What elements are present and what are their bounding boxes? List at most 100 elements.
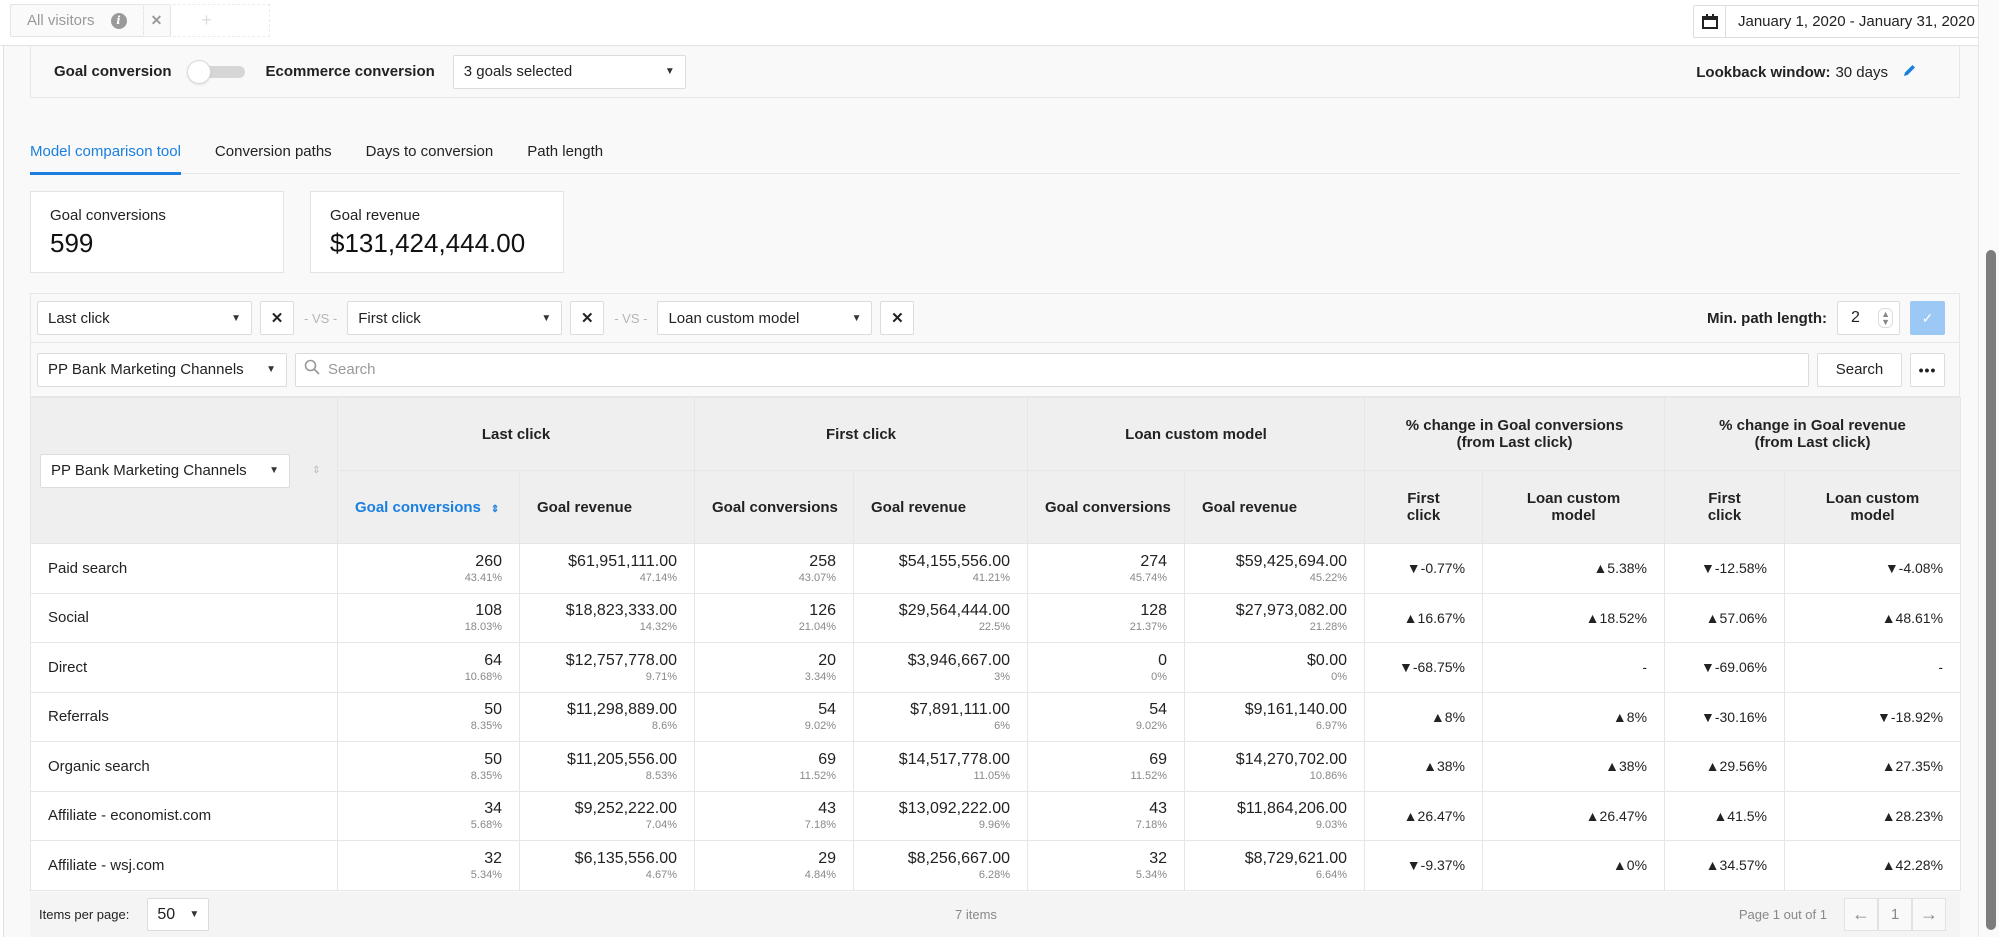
tab-conversion-paths[interactable]: Conversion paths [215, 140, 332, 174]
tab-path-length[interactable]: Path length [527, 140, 603, 174]
goals-select-value: 3 goals selected [463, 63, 573, 80]
chevron-down-icon: ▼ [269, 465, 279, 476]
model-select-2[interactable]: First click ▼ [347, 301, 563, 335]
remove-model-1-button[interactable]: ✕ [260, 301, 294, 335]
stepper-arrows-icon[interactable]: ▲ ▼ [1878, 308, 1893, 328]
table-footer: Items per page: 50 ▼ 7 items Page 1 out … [30, 892, 1960, 937]
more-icon: ••• [1918, 361, 1937, 378]
sort-icon[interactable]: ⇕ [491, 504, 499, 515]
cell-share: 6% [994, 720, 1011, 732]
remove-model-2-button[interactable]: ✕ [570, 301, 605, 335]
col-header-conv-loan-model[interactable]: Loan custom model [1482, 470, 1666, 544]
col-header-rev-loan-model[interactable]: Loan custom model [1784, 470, 1962, 544]
cell-value: $7,891,111.00 [910, 701, 1011, 719]
more-options-button[interactable]: ••• [1910, 352, 1945, 387]
tab-days-to-conversion[interactable]: Days to conversion [366, 140, 494, 174]
min-path-length: Min. path length: 2 ▲ ▼ ✓ [1707, 301, 1945, 335]
cell-change-conv-first-click: ▲8% [1364, 691, 1484, 742]
date-range-picker[interactable]: January 1, 2020 - January 31, 2020 [1693, 5, 1988, 38]
item-count: 7 items [955, 907, 997, 922]
model-select-1[interactable]: Last click ▼ [37, 301, 252, 335]
cell-share: 0% [1331, 670, 1348, 683]
search-field[interactable] [295, 352, 1809, 387]
remove-model-3-button[interactable]: ✕ [880, 301, 915, 335]
page-number-button[interactable]: 1 [1878, 898, 1912, 931]
prev-page-button[interactable]: ← [1844, 898, 1878, 931]
min-path-stepper[interactable]: 2 ▲ ▼ [1837, 301, 1900, 335]
header-line: click [1707, 507, 1742, 524]
col-header-lm-goal-revenue[interactable]: Goal revenue [1184, 470, 1366, 544]
table-row[interactable]: Social 108 18.03% $18,823,333.00 14.32% 126 21… [30, 592, 1962, 643]
header-line: (from Last click) [1456, 434, 1573, 451]
cell-lm-goal-conversions: 32 5.34% [1027, 840, 1186, 891]
calendar-icon [1694, 6, 1726, 37]
col-header-rev-first-click[interactable]: First click [1664, 470, 1786, 544]
cell-share: 3% [994, 670, 1011, 683]
table-row[interactable]: Affiliate - economist.com 34 5.68% $9,252,2… [30, 790, 1962, 841]
cell-fc-goal-revenue: $7,891,111.00 6% [852, 691, 1029, 742]
min-path-value: 2 [1851, 309, 1860, 326]
search-button[interactable]: Search [1817, 352, 1902, 387]
search-input[interactable] [328, 361, 1778, 378]
col-header-lc-goal-revenue[interactable]: Goal revenue [519, 470, 695, 544]
goals-select[interactable]: 3 goals selected ▼ [452, 54, 686, 89]
table-row[interactable]: Referrals 50 8.35% $11,298,889.00 8.6% 54 9.02… [30, 691, 1962, 742]
date-range-text: January 1, 2020 - January 31, 2020 [1738, 13, 1975, 30]
cell-value: 50 [484, 750, 502, 768]
col-header-fc-goal-conversions[interactable]: Goal conversions [694, 470, 854, 544]
cell-value: 32 [484, 849, 502, 867]
col-header-fc-goal-revenue[interactable]: Goal revenue [852, 470, 1029, 544]
plus-icon: + [201, 10, 212, 30]
cell-share: 21.04% [798, 621, 836, 633]
close-icon: ✕ [580, 310, 594, 327]
cell-lm-goal-revenue: $27,973,082.00 21.28% [1184, 592, 1366, 643]
table-row[interactable]: Paid search 260 43.41% $61,951,111.00 47.14%… [30, 543, 1962, 594]
cell-lc-goal-conversions: 34 5.68% [337, 790, 520, 841]
cell-lc-goal-conversions: 64 10.68% [337, 642, 520, 693]
header-line: First [1407, 490, 1440, 507]
cell-share: 3.34% [804, 670, 836, 683]
items-per-page-select[interactable]: 50 ▼ [147, 898, 210, 931]
cell-dimension: Paid search [30, 543, 338, 594]
col-header-conv-first-click[interactable]: First click [1364, 470, 1484, 544]
cell-dimension: Organic search [30, 741, 338, 792]
cell-share: 5.34% [470, 868, 502, 881]
cell-value: $18,823,333.00 [565, 602, 677, 620]
cell-lc-goal-conversions: 32 5.34% [337, 840, 520, 891]
cell-share: 47.14% [639, 571, 677, 584]
cell-lc-goal-conversions: 50 8.35% [337, 741, 520, 792]
close-icon: ✕ [270, 310, 284, 327]
cell-change-rev-first-click: ▼-69.06% [1664, 642, 1786, 693]
cell-dimension: Affiliate - economist.com [30, 790, 338, 841]
table-row[interactable]: Affiliate - wsj.com 32 5.34% $6,135,556.00 4… [30, 840, 1962, 891]
segment-label-wrap[interactable]: All visitors i [11, 5, 144, 36]
info-icon[interactable]: i [110, 12, 127, 29]
scrollbar-thumb[interactable] [1986, 250, 1996, 930]
tab-model-comparison-tool[interactable]: Model comparison tool [30, 140, 181, 175]
table-dimension-select[interactable]: PP Bank Marketing Channels ▼ [40, 453, 290, 488]
add-segment-button[interactable]: + [143, 4, 270, 37]
cell-value: 34 [484, 800, 502, 818]
cell-share: 5.34% [1135, 868, 1168, 881]
next-page-button[interactable]: → [1912, 898, 1946, 931]
dimension-select[interactable]: PP Bank Marketing Channels ▼ [37, 352, 287, 387]
cell-value: 43 [1149, 800, 1168, 818]
cell-share: 11.52% [799, 769, 837, 782]
col-label: Goal conversions [355, 498, 481, 516]
table-row[interactable]: Direct 64 10.68% $12,757,778.00 9.71% 20 3.34%… [30, 642, 1962, 693]
sort-icon[interactable]: ⇕ [312, 465, 320, 476]
model-select-3[interactable]: Loan custom model ▼ [657, 301, 873, 335]
conversion-type-toggle[interactable] [186, 59, 247, 84]
cell-value: 274 [1140, 552, 1168, 570]
pencil-edit-icon[interactable] [1902, 63, 1917, 82]
cell-dimension: Referrals [30, 691, 338, 742]
table-row[interactable]: Organic search 50 8.35% $11,205,556.00 8.53%… [30, 741, 1962, 792]
toggle-knob[interactable] [186, 59, 211, 84]
apply-button[interactable]: ✓ [1910, 301, 1945, 335]
cell-value: $8,256,667.00 [907, 849, 1011, 867]
col-header-lc-goal-conversions[interactable]: Goal conversions ⇕ [337, 470, 520, 544]
col-header-lm-goal-conversions[interactable]: Goal conversions [1027, 470, 1186, 544]
cell-lc-goal-revenue: $6,135,556.00 4.67% [519, 840, 695, 891]
cell-fc-goal-revenue: $14,517,778.00 11.05% [852, 741, 1029, 792]
cell-lc-goal-revenue: $9,252,222.00 7.04% [519, 790, 695, 841]
